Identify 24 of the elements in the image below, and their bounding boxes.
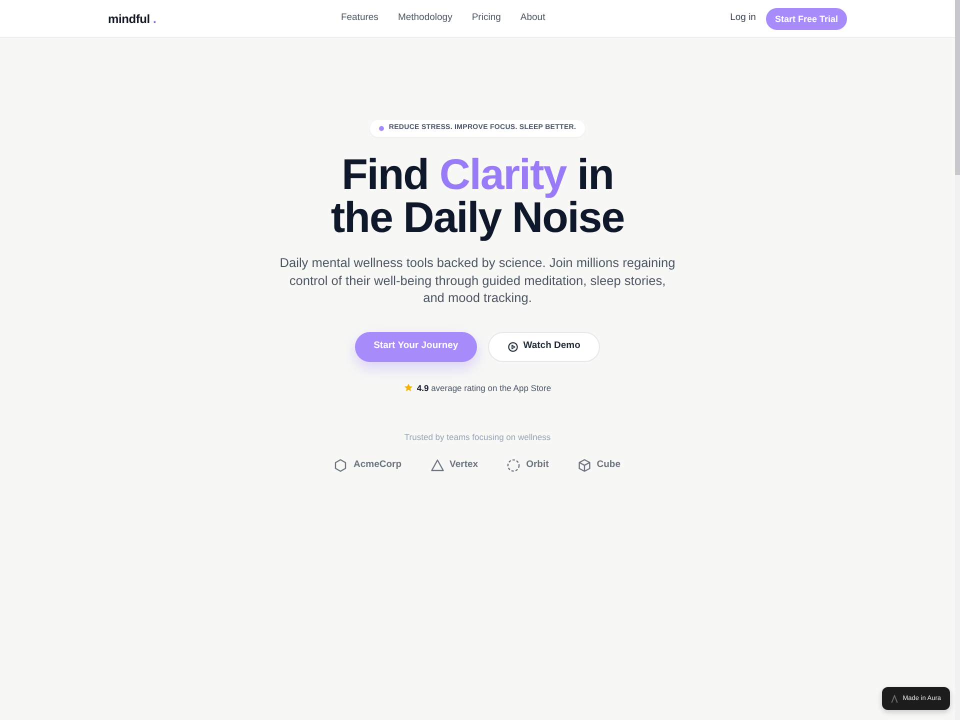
company-logo-name: Vertex: [450, 458, 478, 472]
star-icon: [404, 383, 413, 392]
play-circle-icon: [508, 342, 518, 352]
brand-logo[interactable]: mindful .: [108, 10, 156, 28]
login-link[interactable]: Log in: [730, 11, 756, 26]
rating-text: 4.9 average rating on the App Store: [416, 382, 552, 394]
trusted-caption: Trusted by teams focusing on wellness: [404, 431, 551, 444]
nav-link[interactable]: About: [520, 11, 546, 26]
headline: Find Clarity in the Daily Noise: [330, 154, 626, 240]
nav-link[interactable]: Methodology: [398, 11, 452, 26]
cube-icon: [578, 458, 591, 472]
dashed-circle-icon: [507, 458, 520, 472]
nav-link[interactable]: Features: [340, 11, 378, 26]
scrollbar-thumb[interactable]: [955, 0, 960, 175]
company-logo-name: Cube: [596, 458, 621, 472]
company-logo-name: Orbit: [526, 458, 549, 472]
hero-description: Daily mental wellness tools backed by science. Join millions regaining control of their well-being through guided meditation, sleep stories, and mood tracking.: [278, 254, 676, 306]
nav-link[interactable]: Pricing: [472, 11, 501, 26]
company-logo-name: AcmeCorp: [353, 458, 402, 472]
triangle-icon: [430, 458, 444, 472]
watch-demo-button[interactable]: Watch Demo: [488, 332, 600, 362]
hexagon-icon: [334, 458, 348, 472]
dot-icon: [378, 126, 384, 131]
logo-icon: [890, 694, 898, 702]
